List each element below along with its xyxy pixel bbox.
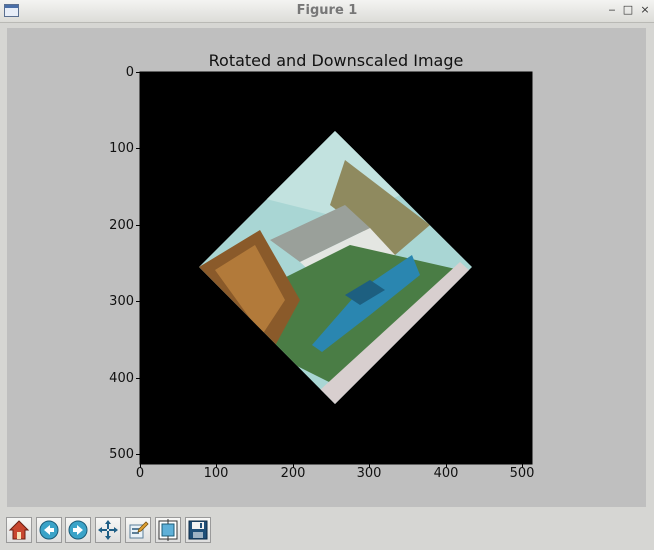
save-button[interactable] (185, 517, 211, 543)
subplots-button[interactable] (155, 517, 181, 543)
edit-axes-button[interactable] (125, 517, 151, 543)
x-tick-marks (140, 464, 523, 468)
forward-icon (68, 520, 88, 540)
y-tick-label: 0 (125, 65, 134, 80)
y-tick-label: 300 (109, 294, 134, 309)
back-button[interactable] (36, 517, 62, 543)
y-tick-label: 500 (109, 447, 134, 462)
pan-button[interactable] (95, 517, 121, 543)
home-icon (8, 520, 30, 540)
x-tick-label: 300 (356, 466, 382, 481)
forward-button[interactable] (65, 517, 91, 543)
pan-icon (98, 520, 118, 540)
x-tick-label: 500 (509, 466, 535, 481)
x-tick-label: 100 (203, 466, 229, 481)
subplots-icon (158, 519, 178, 541)
y-tick-label: 200 (109, 218, 134, 233)
navigation-toolbar (0, 512, 654, 550)
back-icon (39, 520, 59, 540)
y-tick-label: 100 (109, 141, 134, 156)
save-icon (188, 520, 208, 540)
x-tick-label: 0 (135, 466, 145, 481)
y-tick-marks (136, 72, 140, 455)
axes (136, 71, 533, 468)
edit-icon (129, 521, 149, 539)
x-tick-label: 400 (433, 466, 459, 481)
home-button[interactable] (6, 517, 32, 543)
x-tick-label: 200 (280, 466, 306, 481)
y-tick-label: 400 (109, 371, 134, 386)
